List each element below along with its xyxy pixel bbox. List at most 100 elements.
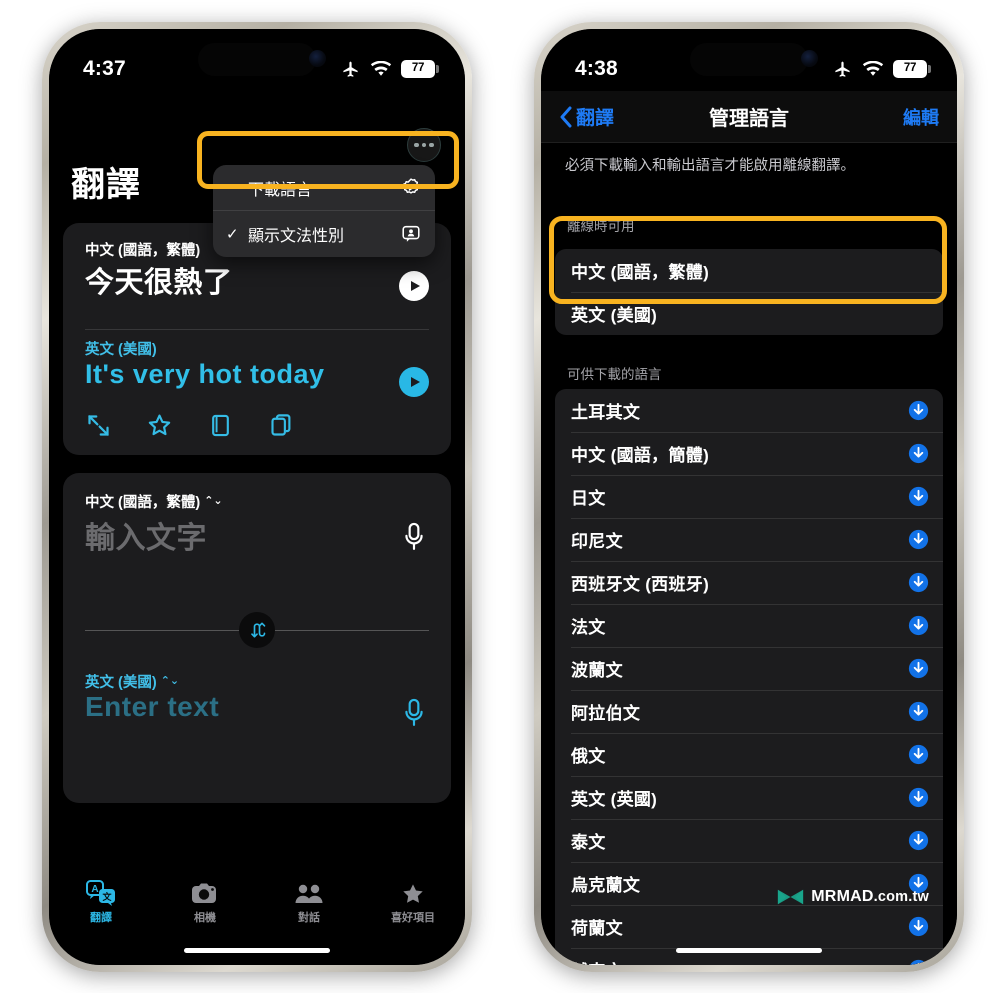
battery-indicator: 77 (893, 60, 931, 78)
download-icon[interactable] (908, 572, 929, 593)
list-item[interactable]: 法文 (555, 604, 943, 647)
language-name: 西班牙文 (西班牙) (571, 575, 710, 594)
download-icon[interactable] (908, 830, 929, 851)
result-action-row (85, 412, 295, 439)
phone-left-body: 4:37 77 翻譯 中文 (國語，繁體) 今天很熱了 英文 (美國) It's… (49, 29, 465, 965)
microphone-icon[interactable] (401, 521, 427, 555)
tab-camera[interactable]: 相機 (153, 863, 257, 925)
menu-item-show-grammatical-gender[interactable]: ✓ 顯示文法性別 (213, 211, 435, 257)
battery-percent: 77 (411, 62, 425, 75)
edit-button[interactable]: 編輯 (903, 104, 939, 130)
list-item[interactable]: 英文 (美國) (555, 292, 943, 335)
download-icon[interactable] (908, 744, 929, 765)
available-languages-group: 土耳其文 中文 (國語，簡體) 日文 印尼文 西班牙文 (西班牙) 法文 波蘭文… (555, 389, 943, 965)
status-time: 4:38 (575, 57, 618, 80)
person-bubble-icon (402, 225, 420, 242)
home-indicator[interactable] (184, 948, 330, 953)
watermark-text: MRMAD.com.tw (811, 888, 929, 906)
list-item[interactable]: 荷蘭文 (555, 905, 943, 948)
ellipsis-dot (429, 142, 434, 148)
list-item[interactable]: 泰文 (555, 819, 943, 862)
menu-item-download-languages[interactable]: 下載語言 (213, 165, 435, 211)
language-name: 日文 (571, 489, 606, 508)
tab-favorites-label: 喜好項目 (391, 912, 435, 924)
dictionary-icon[interactable] (207, 412, 234, 439)
more-options-button[interactable] (407, 128, 441, 162)
result-source-language: 中文 (國語，繁體) (85, 243, 201, 259)
download-icon[interactable] (908, 959, 929, 965)
tab-conversation[interactable]: 對話 (257, 863, 361, 925)
nav-title: 管理語言 (709, 108, 789, 130)
input-source-language-selector[interactable]: 中文 (國語，繁體) ⌃⌄ (85, 491, 223, 512)
language-name: 中文 (國語，繁體) (571, 263, 710, 282)
watermark-tld: .com.tw (873, 889, 929, 905)
list-item[interactable]: 日文 (555, 475, 943, 518)
input-source-language-label: 中文 (國語，繁體) (85, 495, 201, 511)
source-text-input[interactable]: 輸入文字 (85, 513, 207, 557)
download-icon[interactable] (908, 529, 929, 550)
home-indicator[interactable] (676, 948, 822, 953)
download-icon[interactable] (908, 658, 929, 679)
chevron-updown-icon: ⌃⌄ (204, 495, 223, 507)
tab-translate-label: 翻譯 (90, 912, 112, 924)
input-target-language-selector[interactable]: 英文 (美國) ⌃⌄ (85, 671, 179, 692)
download-icon[interactable] (908, 916, 929, 937)
status-time: 4:37 (83, 57, 126, 80)
list-item[interactable]: 中文 (國語，簡體) (555, 432, 943, 475)
translate-icon: A 文 (86, 878, 116, 906)
result-source-text: 今天很熱了 (85, 267, 233, 299)
airplane-icon (835, 61, 850, 77)
download-icon[interactable] (908, 615, 929, 636)
play-source-audio-button[interactable] (399, 271, 429, 301)
language-name: 中文 (國語，簡體) (571, 446, 710, 465)
phone-right-screen: 4:38 77 翻譯 管理語言 編輯 必須下載輸入和輸出語言才能啟用離線翻譯。 … (541, 29, 957, 965)
target-text-input[interactable]: Enter text (85, 691, 219, 723)
swap-languages-button[interactable] (239, 612, 275, 648)
download-icon[interactable] (908, 443, 929, 464)
tab-conversation-label: 對話 (298, 912, 320, 924)
svg-text:文: 文 (101, 891, 112, 902)
watermark-brand: MRMAD (811, 888, 874, 905)
language-name: 印尼文 (571, 532, 623, 551)
back-button[interactable]: 翻譯 (559, 103, 614, 130)
phone-left-translate-app: 4:37 77 翻譯 中文 (國語，繁體) 今天很熱了 英文 (美國) It's… (42, 22, 472, 972)
list-item[interactable]: 俄文 (555, 733, 943, 776)
microphone-icon[interactable] (401, 697, 427, 731)
menu-check-icon: ✓ (226, 226, 239, 243)
screenshot-root: 4:37 77 翻譯 中文 (國語，繁體) 今天很熱了 英文 (美國) It's… (0, 0, 1000, 993)
download-icon[interactable] (908, 701, 929, 722)
download-icon[interactable] (908, 787, 929, 808)
navigation-bar: 翻譯 管理語言 編輯 (541, 91, 957, 143)
language-name: 英文 (美國) (571, 306, 658, 325)
ellipsis-dot (414, 142, 419, 148)
list-item[interactable]: 英文 (英國) (555, 776, 943, 819)
list-item[interactable]: 阿拉伯文 (555, 690, 943, 733)
wifi-icon (862, 60, 884, 76)
language-name: 阿拉伯文 (571, 704, 641, 723)
list-item[interactable]: 印尼文 (555, 518, 943, 561)
download-language-menu: 下載語言 ✓ 顯示文法性別 (213, 165, 435, 257)
list-item[interactable]: 中文 (國語，繁體) (555, 249, 943, 292)
camera-icon (191, 878, 219, 906)
list-item[interactable]: 西班牙文 (西班牙) (555, 561, 943, 604)
download-icon[interactable] (908, 486, 929, 507)
tab-bar: A 文 翻譯 相機 對話 喜好項目 (49, 863, 465, 925)
expand-icon[interactable] (85, 412, 112, 439)
copy-icon[interactable] (268, 412, 295, 439)
page-title: 翻譯 (71, 166, 141, 204)
card-divider (85, 329, 429, 330)
phone-right-body: 4:38 77 翻譯 管理語言 編輯 必須下載輸入和輸出語言才能啟用離線翻譯。 … (541, 29, 957, 965)
tab-translate[interactable]: A 文 翻譯 (49, 863, 153, 925)
tab-favorites[interactable]: 喜好項目 (361, 863, 465, 925)
translation-input-card: 中文 (國語，繁體) ⌃⌄ 輸入文字 英文 (美國) ⌃⌄ Enter text (63, 473, 451, 803)
language-name: 土耳其文 (571, 403, 641, 422)
result-target-language: 英文 (美國) (85, 342, 157, 358)
language-name: 越南文 (571, 957, 908, 965)
list-item[interactable]: 波蘭文 (555, 647, 943, 690)
list-item[interactable]: 土耳其文 (555, 389, 943, 432)
play-triangle-icon (410, 377, 420, 387)
section-header-available: 可供下載的語言 (567, 367, 662, 382)
star-icon[interactable] (146, 412, 173, 439)
play-target-audio-button[interactable] (399, 367, 429, 397)
download-icon[interactable] (908, 400, 929, 421)
